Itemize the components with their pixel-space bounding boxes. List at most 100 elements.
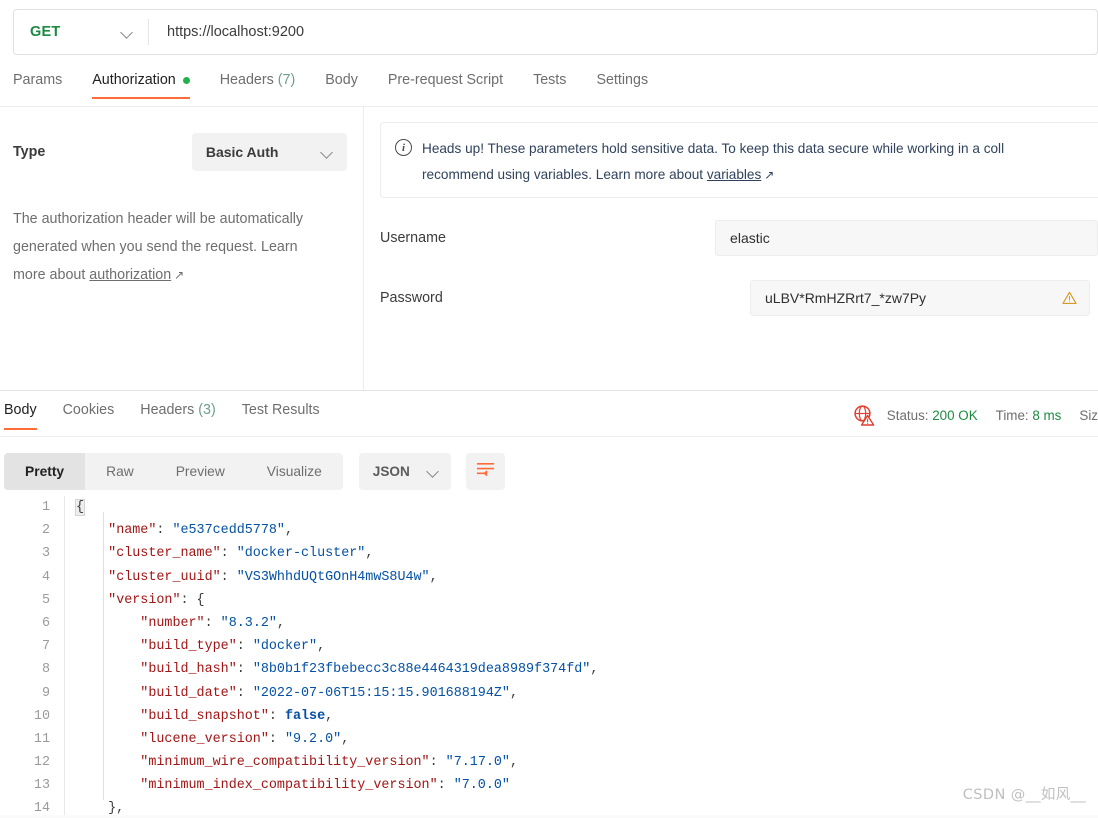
code-token: "name" bbox=[108, 523, 157, 539]
line-number: 9 bbox=[41, 685, 50, 701]
tab-params-label: Params bbox=[13, 72, 63, 88]
line-content: "minimum_index_compatibility_version": "… bbox=[52, 774, 510, 797]
code-token: : bbox=[236, 685, 253, 701]
status-value: 200 OK bbox=[932, 407, 978, 423]
code-token: : bbox=[268, 731, 285, 747]
auth-description-prefix: more about bbox=[13, 267, 90, 283]
code-token: "version" bbox=[108, 592, 181, 608]
authorization-type-panel: Type Basic Auth The authorization header… bbox=[0, 107, 363, 390]
word-wrap-icon bbox=[476, 461, 495, 482]
view-raw-button[interactable]: Raw bbox=[85, 453, 155, 490]
line-content: "version": { bbox=[52, 589, 204, 612]
response-tab-body[interactable]: Body bbox=[4, 398, 37, 430]
code-line: 6 "number": "8.3.2", bbox=[0, 612, 1098, 635]
line-content: "number": "8.3.2", bbox=[52, 612, 285, 635]
auth-type-row: Type Basic Auth bbox=[13, 133, 347, 171]
line-number: 12 bbox=[33, 755, 50, 771]
notice-text: Heads up! These parameters hold sensitiv… bbox=[422, 136, 1004, 197]
line-number: 10 bbox=[33, 708, 50, 724]
response-format-select[interactable]: JSON bbox=[358, 453, 451, 490]
line-number: 11 bbox=[33, 731, 50, 747]
response-tab-headers-label: Headers bbox=[140, 402, 195, 418]
response-section-divider bbox=[0, 390, 1098, 391]
tab-headers[interactable]: Headers (7) bbox=[220, 68, 296, 99]
authorization-learn-more-link[interactable]: authorization bbox=[89, 267, 171, 283]
code-line: 13 "minimum_index_compatibility_version"… bbox=[0, 774, 1098, 797]
code-token: "number" bbox=[140, 615, 205, 631]
response-body-code[interactable]: 1{2 "name": "e537cedd5778", 3 "cluster_na… bbox=[0, 496, 1098, 818]
code-token: , bbox=[429, 569, 438, 585]
username-input[interactable]: elastic bbox=[715, 220, 1098, 256]
password-row: Password uLBV*RmHZRrt7_*zw7Py bbox=[380, 280, 1098, 316]
code-line: 8 "build_hash": "8b0b1f23fbebecc3c88e446… bbox=[0, 658, 1098, 681]
code-token: false bbox=[284, 708, 326, 724]
line-content: "build_date": "2022-07-06T15:15:15.90168… bbox=[52, 682, 518, 705]
size-indicator: Siz bbox=[1079, 408, 1098, 423]
tab-body-label: Body bbox=[325, 72, 358, 88]
code-token: "build_hash" bbox=[140, 662, 237, 678]
tab-settings-label: Settings bbox=[596, 72, 649, 88]
view-visualize-button[interactable]: Visualize bbox=[246, 453, 343, 490]
code-token: , bbox=[509, 685, 519, 701]
url-input[interactable]: https://localhost:9200 bbox=[149, 10, 1097, 54]
http-method-label: GET bbox=[30, 24, 61, 40]
line-content: "minimum_wire_compatibility_version": "7… bbox=[52, 751, 518, 774]
tab-headers-count: (7) bbox=[277, 72, 296, 88]
response-meta: Status: 200 OK Time: 8 ms Siz bbox=[853, 404, 1098, 426]
response-tabs-underline bbox=[0, 436, 1098, 437]
response-tab-headers[interactable]: Headers (3) bbox=[140, 398, 216, 430]
code-token: "7.17.0" bbox=[445, 755, 510, 771]
code-line: 1{ bbox=[0, 496, 1098, 519]
http-method-selector[interactable]: GET bbox=[14, 10, 148, 54]
warning-triangle-icon[interactable] bbox=[1062, 291, 1077, 305]
notice-line2: recommend using variables. Learn more ab… bbox=[422, 162, 1004, 188]
watermark: CSDN @__如风__ bbox=[962, 787, 1086, 803]
tab-body[interactable]: Body bbox=[325, 68, 358, 99]
tab-authorization[interactable]: Authorization bbox=[92, 68, 191, 99]
tab-tests[interactable]: Tests bbox=[533, 68, 566, 99]
globe-warning-icon[interactable] bbox=[853, 404, 875, 426]
code-token: , bbox=[276, 615, 285, 631]
line-number: 1 bbox=[41, 500, 50, 515]
code-token: "7.0.0" bbox=[453, 778, 510, 794]
code-token: , bbox=[284, 523, 293, 539]
code-token: : bbox=[268, 708, 285, 724]
size-label: Siz bbox=[1079, 407, 1098, 423]
password-input[interactable]: uLBV*RmHZRrt7_*zw7Py bbox=[750, 280, 1090, 316]
tab-params[interactable]: Params bbox=[13, 68, 62, 99]
code-line: 12 "minimum_wire_compatibility_version":… bbox=[0, 751, 1098, 774]
code-token: : bbox=[220, 546, 237, 562]
response-view-segmented-control: Pretty Raw Preview Visualize bbox=[4, 453, 343, 490]
code-token: : bbox=[220, 569, 237, 585]
response-tab-test-results[interactable]: Test Results bbox=[242, 398, 320, 430]
code-line: 10 "build_snapshot": false, bbox=[0, 705, 1098, 728]
response-tab-cookies[interactable]: Cookies bbox=[63, 398, 115, 430]
tab-settings[interactable]: Settings bbox=[596, 68, 648, 99]
word-wrap-button[interactable] bbox=[465, 453, 505, 490]
auth-type-select[interactable]: Basic Auth bbox=[191, 133, 347, 171]
code-token: : bbox=[236, 639, 253, 655]
view-preview-button[interactable]: Preview bbox=[155, 453, 246, 490]
tab-pre-request-script[interactable]: Pre-request Script bbox=[388, 68, 503, 99]
line-content: "name": "e537cedd5778", bbox=[52, 519, 293, 542]
authorization-fields-panel: i Heads up! These parameters hold sensit… bbox=[364, 107, 1098, 390]
auth-type-value: Basic Auth bbox=[205, 144, 279, 160]
external-link-icon: ↗ bbox=[174, 268, 185, 282]
code-token: "docker-cluster" bbox=[236, 546, 366, 562]
auth-description-line3: more about authorization ↗ bbox=[13, 261, 347, 289]
variables-link[interactable]: variables bbox=[707, 167, 761, 182]
line-number: 3 bbox=[41, 546, 50, 562]
view-pretty-button[interactable]: Pretty bbox=[4, 453, 86, 490]
line-content: "build_type": "docker", bbox=[52, 635, 325, 658]
tab-headers-label: Headers bbox=[219, 72, 274, 88]
response-tab-test-results-label: Test Results bbox=[241, 402, 320, 418]
code-line: 5 "version": { bbox=[0, 589, 1098, 612]
code-token: "build_date" bbox=[140, 685, 237, 701]
code-token: "build_type" bbox=[140, 639, 237, 655]
code-line: 11 "lucene_version": "9.2.0", bbox=[0, 728, 1098, 751]
